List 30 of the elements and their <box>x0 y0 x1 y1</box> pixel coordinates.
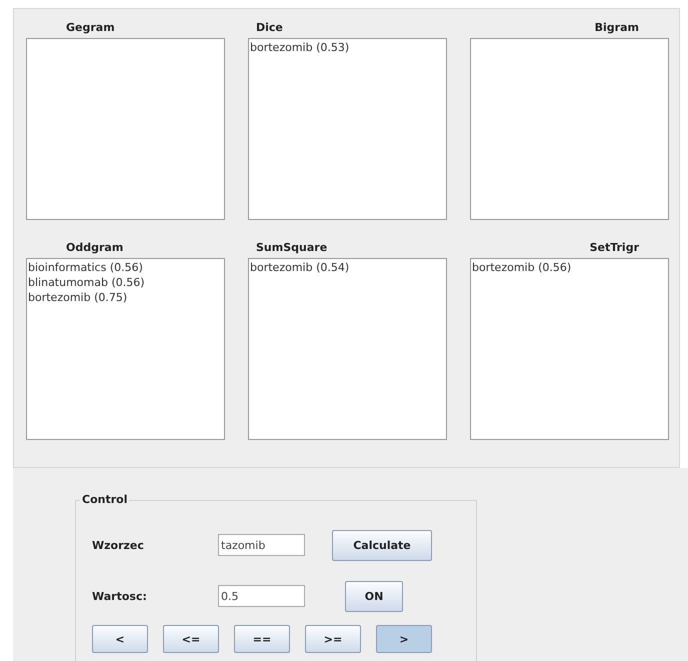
comparator-button[interactable]: >= <box>305 625 361 653</box>
result-list[interactable]: bioinformatics (0.56) blinatumomab (0.56) bortezomib (0.75) <box>26 258 225 440</box>
result-list[interactable] <box>26 38 225 220</box>
result-list[interactable]: bortezomib (0.56) <box>470 258 669 440</box>
field-label: Wzorzec <box>92 538 145 552</box>
list-title: SumSquare <box>256 240 328 254</box>
toggle-button[interactable]: ON <box>345 580 403 612</box>
pattern-field[interactable]: tazomib <box>218 534 305 556</box>
comparator-button[interactable]: > <box>376 625 432 653</box>
result-list[interactable]: bortezomib (0.53) <box>248 38 447 220</box>
list-item[interactable]: bortezomib (0.56) <box>472 260 668 275</box>
list-title: Gegram <box>66 20 115 34</box>
list-title: Oddgram <box>66 240 124 254</box>
list-item[interactable]: blinatumomab (0.56) <box>28 275 224 290</box>
comparator-button[interactable]: < <box>92 625 148 653</box>
result-list[interactable] <box>470 38 669 220</box>
comparator-button[interactable]: <= <box>163 625 219 653</box>
list-item[interactable]: bortezomib (0.54) <box>250 260 446 275</box>
list-item[interactable]: bioinformatics (0.56) <box>28 260 224 275</box>
list-item[interactable]: bortezomib (0.75) <box>28 290 224 305</box>
list-title: Dice <box>256 20 283 34</box>
list-title: SetTrigr <box>590 240 639 254</box>
field-label: Wartosc: <box>92 590 148 602</box>
comparator-button[interactable]: == <box>234 625 290 653</box>
result-list[interactable]: bortezomib (0.54) <box>248 258 447 440</box>
list-item[interactable]: bortezomib (0.53) <box>250 40 446 55</box>
calculate-button[interactable]: Calculate <box>332 530 432 560</box>
list-title: Bigram <box>594 20 639 34</box>
threshold-field[interactable]: 0.5 <box>218 585 305 607</box>
group-legend: Control <box>80 493 130 506</box>
